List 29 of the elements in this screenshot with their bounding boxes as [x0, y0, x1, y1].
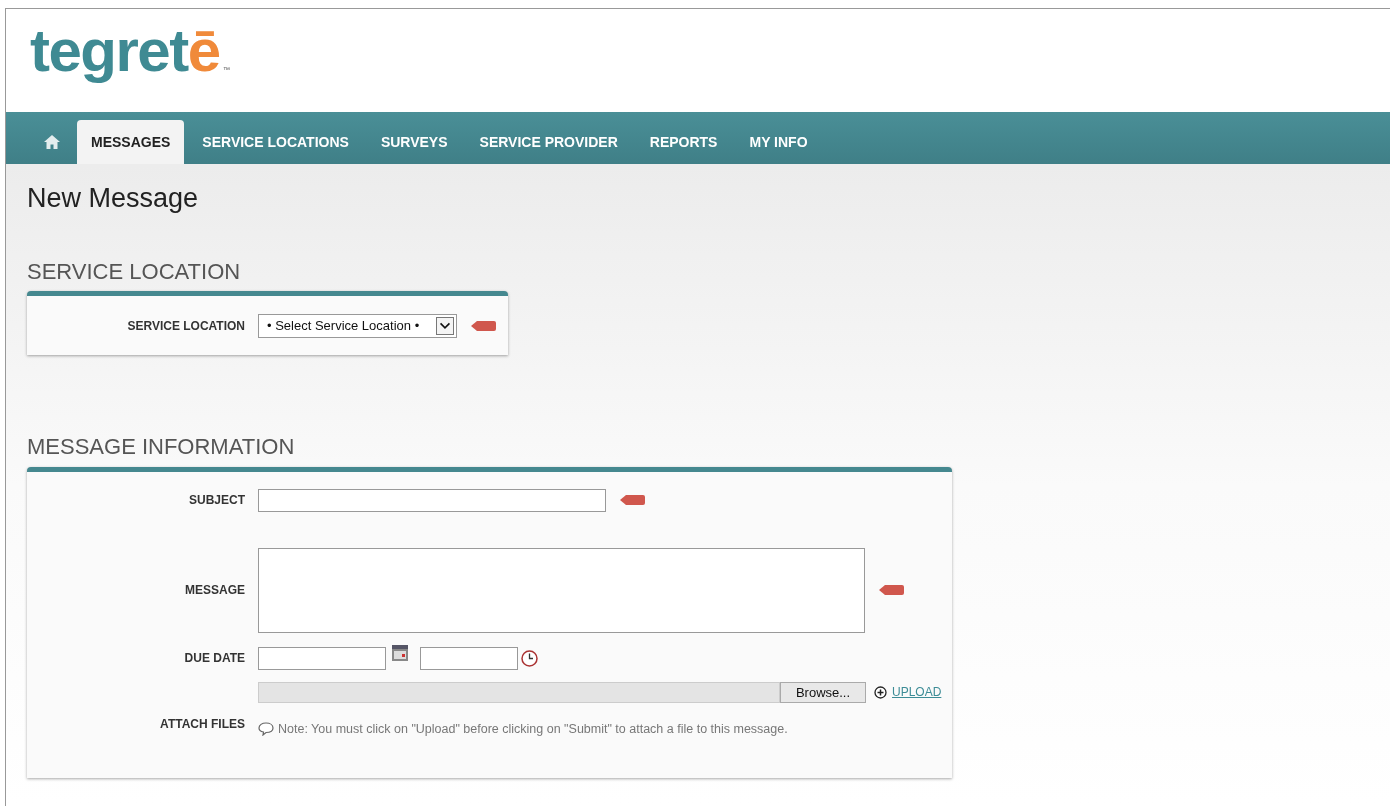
clock-icon[interactable]	[521, 649, 538, 667]
nav-tab[interactable]: MESSAGES	[77, 120, 185, 164]
nav-tab[interactable]: MY INFO	[735, 120, 822, 164]
field-label: SERVICE LOCATION	[126, 317, 245, 335]
time-field[interactable]	[420, 646, 518, 670]
calendar-icon[interactable]	[392, 644, 408, 661]
page-title: New Message	[27, 182, 200, 215]
upload-note: Note: You must click on "Upload" before clicking on "Submit" to attach a file to this message.	[278, 720, 788, 738]
chevron-down-icon	[436, 316, 454, 335]
message-field[interactable]	[258, 547, 865, 633]
section-heading: MESSAGE INFORMATION	[27, 433, 296, 461]
date-field[interactable]	[258, 646, 386, 670]
field-label: MESSAGE	[184, 582, 245, 600]
field-label: ATTACH FILES	[159, 715, 245, 733]
browse-button[interactable]: Browse...	[780, 681, 866, 703]
plus-icon	[874, 685, 887, 699]
nav-tab[interactable]: SERVICE LOCATIONS	[188, 120, 363, 164]
field-label: DUE DATE	[183, 650, 245, 668]
service-location-select[interactable]: • Select Service Location •	[258, 313, 457, 338]
speech-bubble-icon	[258, 722, 274, 737]
subject-field[interactable]	[258, 488, 606, 512]
field-label: SUBJECT	[188, 492, 245, 510]
section-heading: SERVICE LOCATION	[27, 257, 242, 286]
upload-link[interactable]: UPLOAD	[892, 683, 942, 702]
nav-tab[interactable]: SURVEYS	[366, 120, 462, 164]
home-icon	[43, 134, 61, 150]
nav-tab[interactable]: SERVICE PROVIDER	[465, 120, 632, 164]
nav-tab[interactable]: REPORTS	[635, 120, 732, 164]
file-path-field[interactable]	[258, 681, 780, 703]
